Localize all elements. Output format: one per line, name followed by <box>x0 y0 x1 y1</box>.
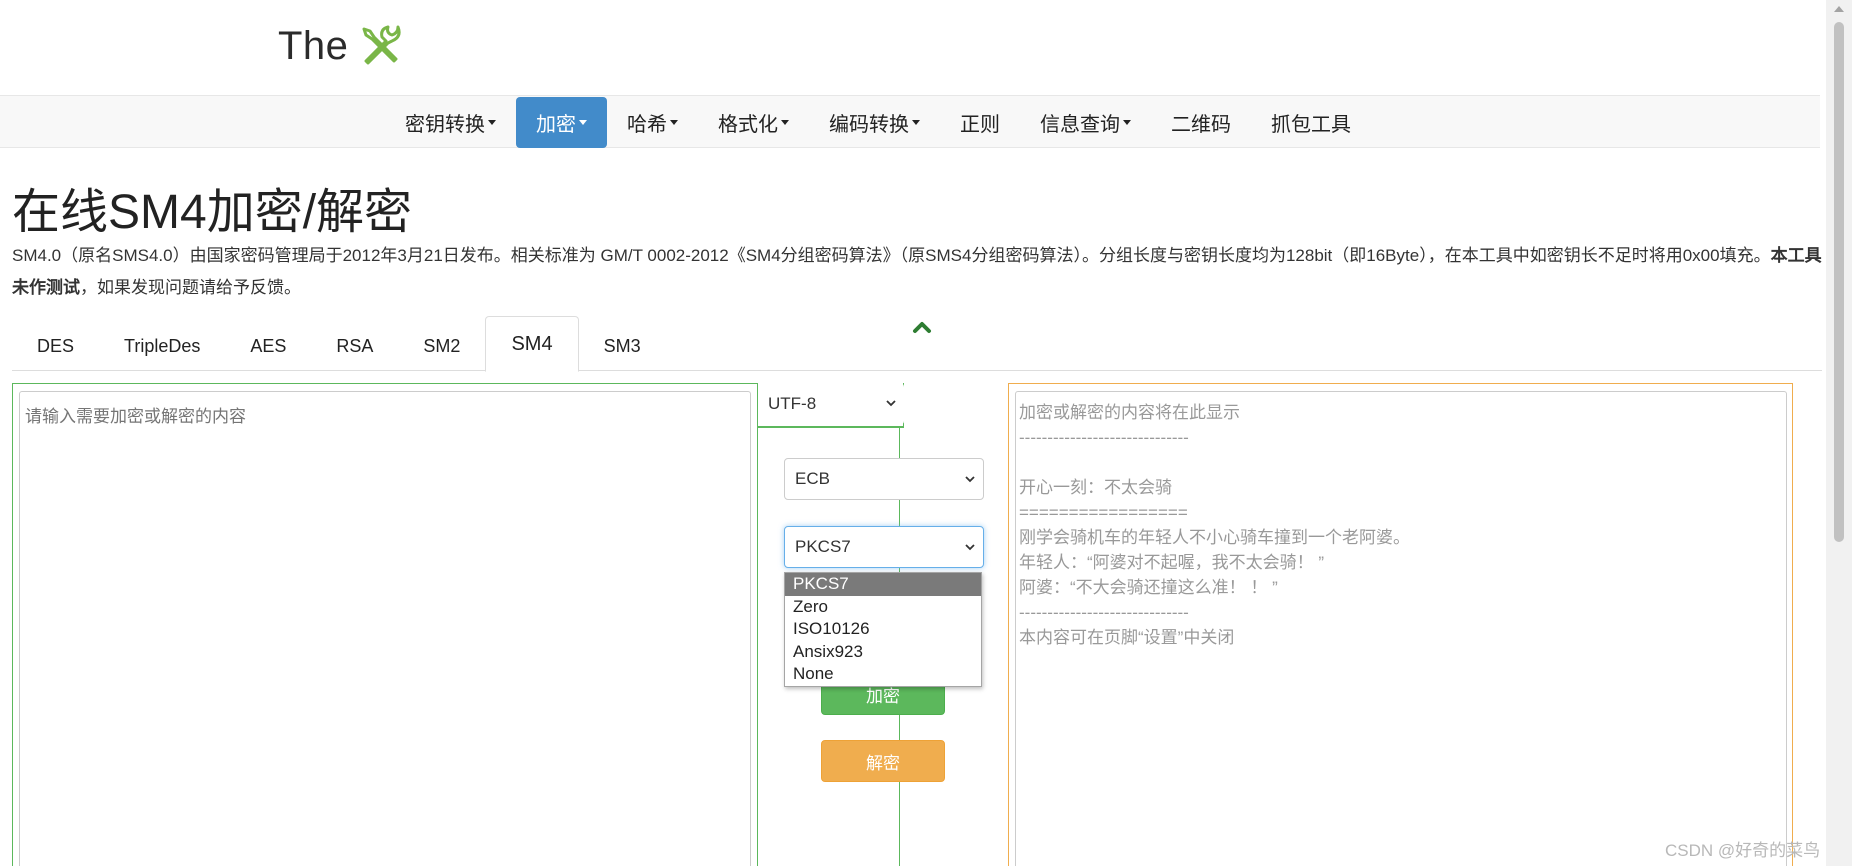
nav-item-label: 正则 <box>960 114 1000 136</box>
brand[interactable]: The <box>278 18 404 74</box>
tab-6[interactable]: SM3 <box>579 322 666 370</box>
nav-item-label: 格式化 <box>718 114 778 136</box>
tab-5[interactable]: SM4 <box>485 316 579 372</box>
nav-item-label: 编码转换 <box>829 114 909 136</box>
encoding-select[interactable]: UTF-8 <box>758 383 904 425</box>
chevron-down-icon <box>886 400 896 407</box>
caret-down-icon <box>579 120 587 125</box>
nav-item-8[interactable]: 抓包工具 <box>1251 96 1371 149</box>
tab-4[interactable]: SM2 <box>398 322 485 370</box>
nav-item-6[interactable]: 信息查询 <box>1020 96 1151 149</box>
page-scrollbar[interactable] <box>1826 0 1852 866</box>
input-panel: UTF-8 ECB PKCS7 加密 解密 <box>12 383 984 866</box>
nav-item-label: 二维码 <box>1171 114 1231 136</box>
top-navbar: 密钥转换 加密 哈希 格式化 编码转换 正则 信息查询 二维码 抓包工具 <box>0 95 1820 148</box>
scroll-up-arrow-icon[interactable] <box>1834 6 1844 12</box>
padding-option[interactable]: ISO10126 <box>785 618 981 641</box>
watermark: CSDN @好奇的菜鸟 <box>1665 841 1821 860</box>
desc-text-end: ，如果发现问题请给予反馈。 <box>80 278 301 297</box>
padding-option[interactable]: PKCS7 <box>785 573 981 596</box>
chevron-up-icon[interactable] <box>912 318 932 338</box>
chevron-down-icon <box>965 476 975 483</box>
output-panel: 加密或解密的内容将在此显示 --------------------------… <box>1008 383 1793 866</box>
chevron-down-icon <box>965 544 975 551</box>
nav-item-0[interactable]: 密钥转换 <box>385 96 516 149</box>
nav-item-1[interactable]: 加密 <box>516 97 607 148</box>
nav-item-5[interactable]: 正则 <box>940 96 1020 149</box>
padding-option[interactable]: Ansix923 <box>785 641 981 664</box>
encoding-select-wrapper: UTF-8 <box>757 383 904 427</box>
mode-value: ECB <box>795 469 830 488</box>
tab-2[interactable]: AES <box>225 322 311 370</box>
nav-item-label: 加密 <box>536 114 576 136</box>
nav-list: 密钥转换 加密 哈希 格式化 编码转换 正则 信息查询 二维码 抓包工具 <box>385 96 1371 149</box>
padding-select[interactable]: PKCS7 <box>784 526 984 568</box>
tab-1[interactable]: TripleDes <box>99 322 225 370</box>
caret-down-icon <box>488 120 496 125</box>
brand-text: The <box>278 23 349 68</box>
scroll-thumb[interactable] <box>1834 22 1844 542</box>
mode-select[interactable]: ECB <box>784 458 984 500</box>
desc-text: SM4.0（原名SMS4.0）由国家密码管理局于2012年3月21日发布。相关标… <box>12 246 1771 265</box>
page-title: 在线SM4加密/解密 <box>12 186 413 239</box>
tab-0[interactable]: DES <box>12 322 99 370</box>
padding-dropdown-list: PKCS7 Zero ISO10126 Ansix923 None <box>784 572 982 687</box>
nav-item-4[interactable]: 编码转换 <box>809 96 940 149</box>
nav-item-7[interactable]: 二维码 <box>1151 96 1251 149</box>
padding-value: PKCS7 <box>795 537 851 556</box>
output-textarea[interactable]: 加密或解密的内容将在此显示 --------------------------… <box>1015 391 1787 866</box>
nav-item-label: 哈希 <box>627 114 667 136</box>
caret-down-icon <box>912 120 920 125</box>
decrypt-button[interactable]: 解密 <box>821 740 945 782</box>
page-description: SM4.0（原名SMS4.0）由国家密码管理局于2012年3月21日发布。相关标… <box>12 240 1822 304</box>
padding-option[interactable]: Zero <box>785 596 981 619</box>
nav-item-label: 信息查询 <box>1040 114 1120 136</box>
caret-down-icon <box>670 120 678 125</box>
nav-item-label: 抓包工具 <box>1271 114 1351 136</box>
caret-down-icon <box>781 120 789 125</box>
encoding-value: UTF-8 <box>768 394 817 413</box>
nav-item-label: 密钥转换 <box>405 114 485 136</box>
caret-down-icon <box>1123 120 1131 125</box>
input-textarea[interactable] <box>19 391 751 866</box>
decrypt-label: 解密 <box>866 753 900 773</box>
tools-icon <box>362 25 402 65</box>
tab-3[interactable]: RSA <box>311 322 398 370</box>
nav-item-2[interactable]: 哈希 <box>607 96 698 149</box>
nav-item-3[interactable]: 格式化 <box>698 96 809 149</box>
padding-option[interactable]: None <box>785 663 981 686</box>
